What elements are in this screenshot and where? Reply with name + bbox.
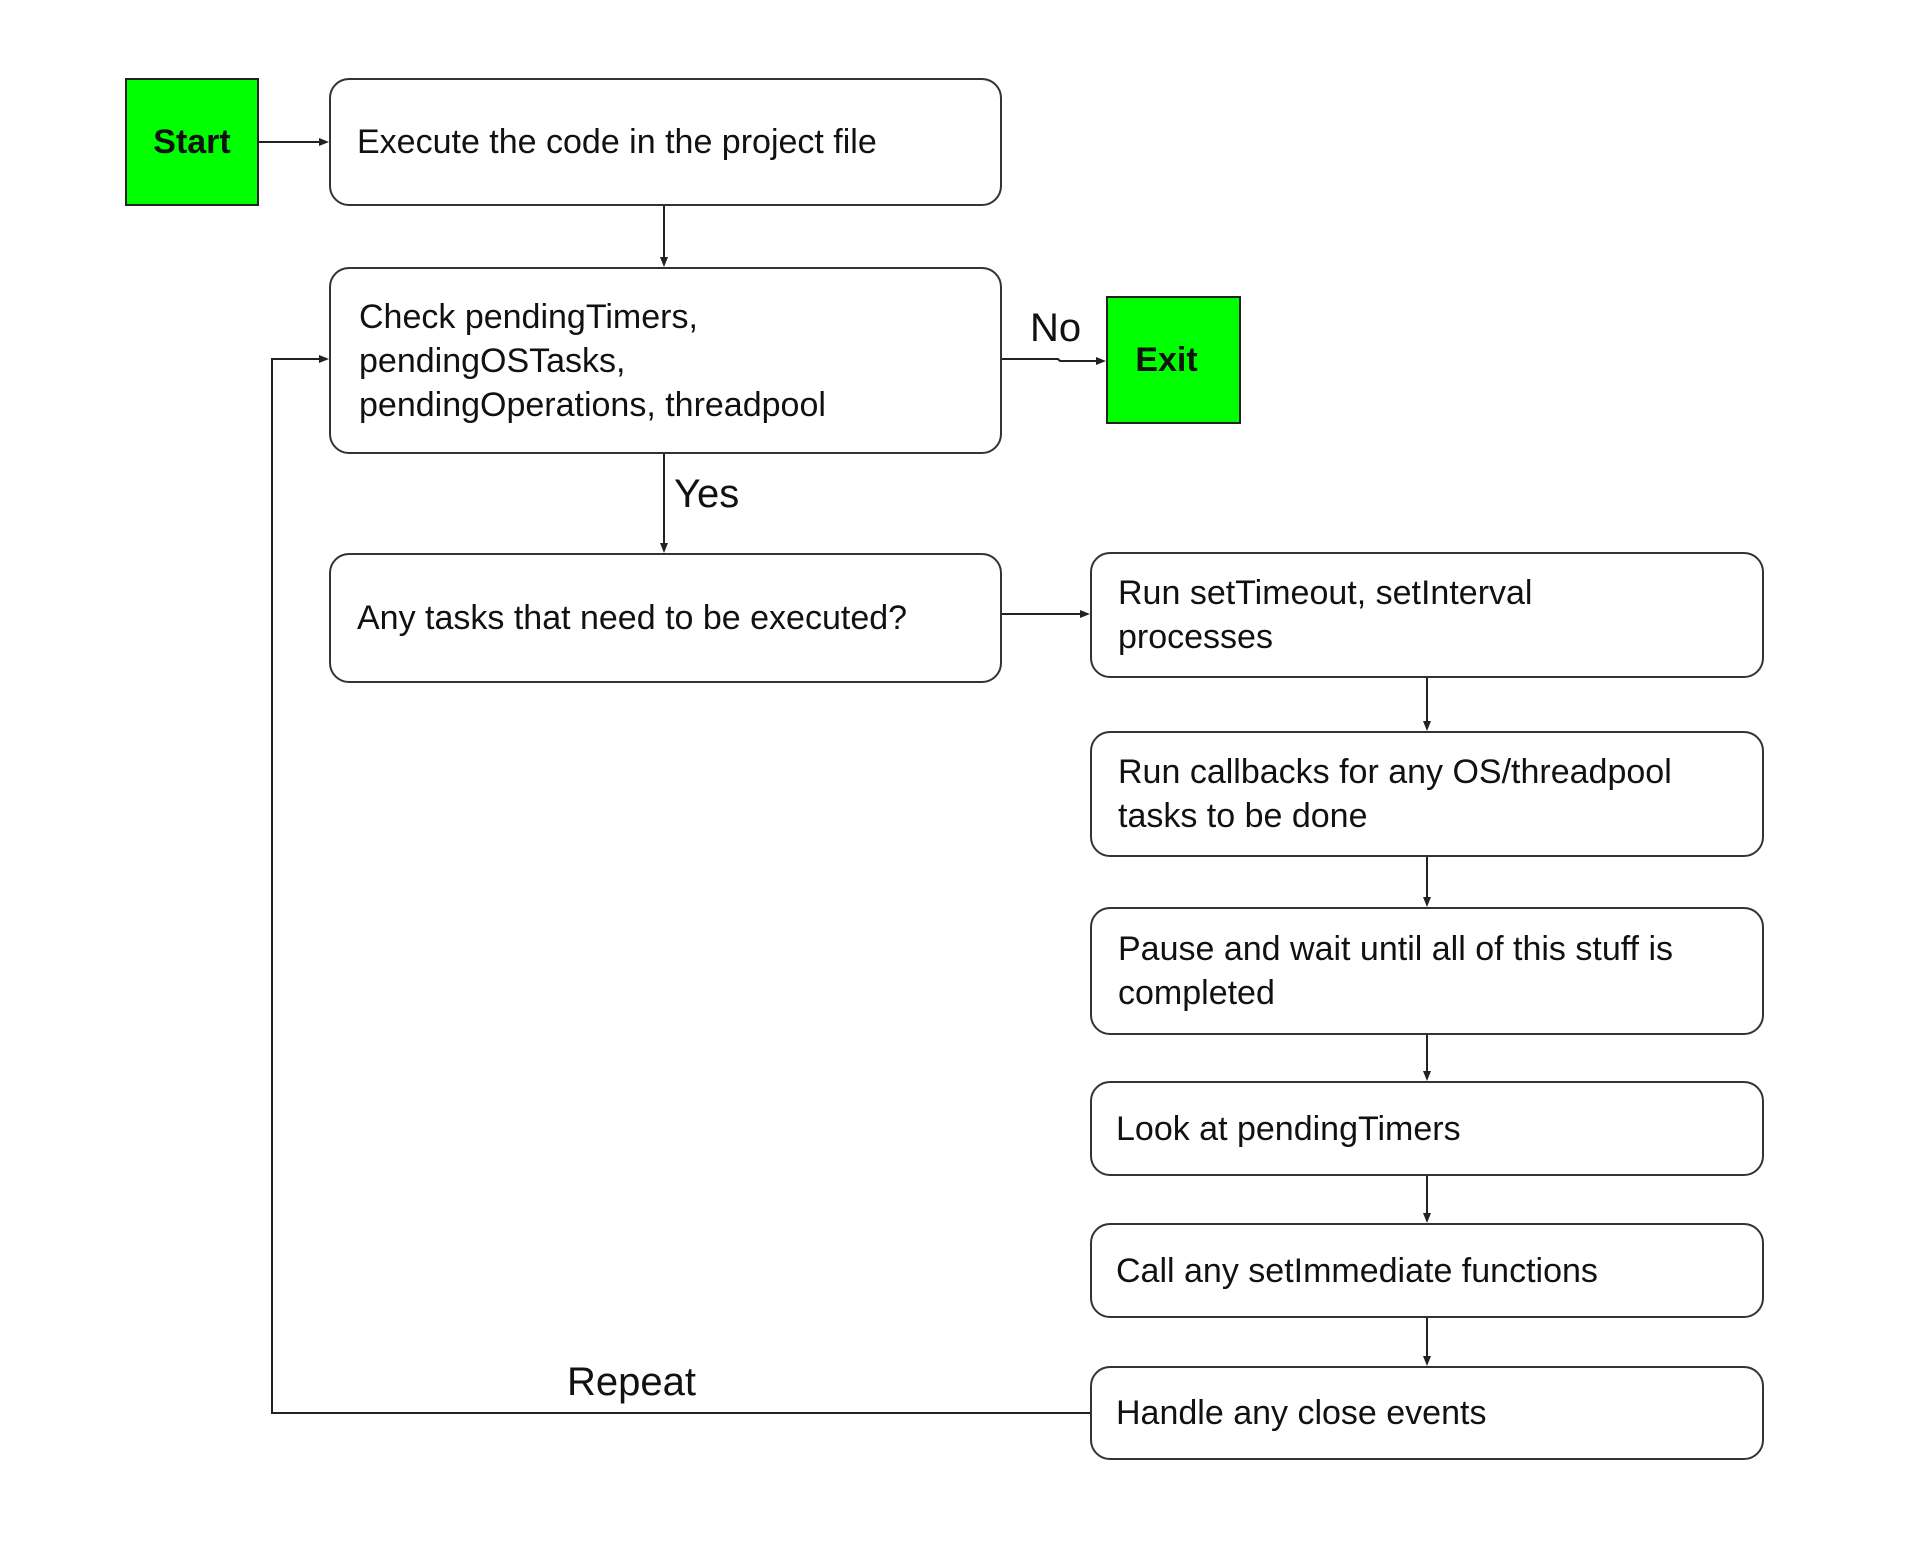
arrowhead bbox=[1423, 721, 1431, 731]
arrowhead bbox=[1096, 357, 1106, 365]
arrowhead bbox=[1423, 1213, 1431, 1223]
edge-close-events-to-check-loop bbox=[271, 358, 1090, 1414]
exit-node: Exit bbox=[1106, 296, 1241, 424]
run-timers-node: Run setTimeout, setInterval processes bbox=[1090, 552, 1764, 678]
edge-check-to-exit bbox=[1001, 358, 1099, 362]
pause-wait-label: Pause and wait until all of this stuff i… bbox=[1118, 930, 1674, 1012]
arrowhead bbox=[1423, 1356, 1431, 1366]
pause-wait-node: Pause and wait until all of this stuff i… bbox=[1090, 907, 1764, 1035]
close-events-label: Handle any close events bbox=[1116, 1394, 1487, 1432]
look-timers-node: Look at pendingTimers bbox=[1090, 1081, 1764, 1176]
run-callbacks-label: Run callbacks for any OS/threadpool task… bbox=[1118, 753, 1672, 835]
any-tasks-node: Any tasks that need to be executed? bbox=[329, 553, 1002, 683]
set-immediate-node: Call any setImmediate functions bbox=[1090, 1223, 1764, 1318]
arrowhead bbox=[1423, 1071, 1431, 1081]
exit-label: Exit bbox=[1135, 341, 1198, 379]
start-node: Start bbox=[125, 78, 259, 206]
execute-code-node: Execute the code in the project file bbox=[329, 78, 1002, 206]
run-timers-label: Run setTimeout, setInterval processes bbox=[1118, 574, 1533, 656]
start-label: Start bbox=[153, 123, 231, 161]
check-pending-node: Check pendingTimers, pendingOSTasks, pen… bbox=[329, 267, 1002, 454]
repeat-edge-label: Repeat bbox=[567, 1360, 696, 1404]
arrowhead bbox=[319, 355, 329, 363]
close-events-node: Handle any close events bbox=[1090, 1366, 1764, 1460]
look-timers-label: Look at pendingTimers bbox=[1116, 1109, 1461, 1148]
arrowhead bbox=[660, 257, 668, 267]
set-immediate-label: Call any setImmediate functions bbox=[1116, 1251, 1598, 1290]
arrowhead bbox=[1080, 610, 1090, 618]
check-pending-label: Check pendingTimers, pendingOSTasks, pen… bbox=[359, 297, 826, 424]
any-tasks-label: Any tasks that need to be executed? bbox=[357, 599, 908, 637]
run-callbacks-node: Run callbacks for any OS/threadpool task… bbox=[1090, 731, 1764, 857]
arrowhead bbox=[319, 138, 329, 146]
arrowhead bbox=[1423, 897, 1431, 907]
no-edge-label: No bbox=[1030, 306, 1082, 350]
execute-code-label: Execute the code in the project file bbox=[357, 123, 877, 161]
yes-edge-label: Yes bbox=[674, 472, 740, 516]
arrowhead bbox=[660, 543, 668, 553]
